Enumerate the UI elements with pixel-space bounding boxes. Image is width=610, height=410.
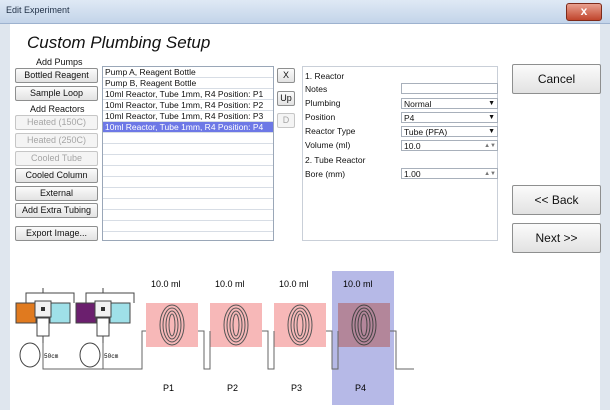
- pump-body: [96, 317, 110, 337]
- reagent-bottle-cyan: [49, 302, 71, 324]
- cooled-column-button[interactable]: Cooled Column: [15, 168, 98, 183]
- reactor-volume-label: 10.0 ml: [279, 279, 309, 289]
- flow-line: [198, 330, 211, 370]
- close-button[interactable]: x: [566, 3, 602, 21]
- position-label-p1: P1: [163, 383, 174, 393]
- export-image-button[interactable]: Export Image...: [15, 226, 98, 241]
- position-label-p4: P4: [355, 383, 366, 393]
- spinner-arrows-icon[interactable]: ▲▼: [484, 141, 496, 151]
- volume-spinner[interactable]: 10.0 ▲▼: [401, 140, 498, 151]
- reactor-volume-label: 10.0 ml: [215, 279, 245, 289]
- reactor-p1: 10.0 ml P1: [146, 279, 198, 393]
- chevron-down-icon: ▼: [488, 128, 495, 135]
- empty-row: [103, 188, 273, 199]
- bore-spinner[interactable]: 1.00 ▲▼: [401, 168, 498, 179]
- position-value: P4: [404, 113, 415, 123]
- empty-row: [103, 199, 273, 210]
- heated-150-button[interactable]: Heated (150C): [15, 115, 98, 130]
- valve-dot: [41, 307, 45, 311]
- notes-label: Notes: [305, 84, 328, 94]
- reactor-p2: 10.0 ml P2: [210, 279, 262, 393]
- position-label-p3: P3: [291, 383, 302, 393]
- empty-row: [103, 155, 273, 166]
- section-tube-reactor-heading: 2. Tube Reactor: [305, 155, 366, 165]
- add-reactors-label: Add Reactors: [30, 104, 85, 114]
- reagent-bottle-cyan: [109, 302, 131, 324]
- pump-a: 50cm: [15, 288, 75, 368]
- reagent-bottle-purple: [75, 302, 97, 324]
- reactor-box: [274, 303, 326, 347]
- volume-label: Volume (ml): [305, 140, 351, 150]
- plumbing-list[interactable]: Pump A, Reagent Bottle Pump B, Reagent B…: [102, 66, 274, 241]
- plumbing-label: Plumbing: [305, 98, 341, 108]
- plumbing-select[interactable]: Normal ▼: [401, 98, 498, 109]
- plumbing-value: Normal: [404, 99, 432, 109]
- empty-row: [103, 166, 273, 177]
- list-item[interactable]: 10ml Reactor, Tube 1mm, R4 Position: P3: [103, 111, 273, 122]
- loop-label: 50cm: [44, 353, 59, 360]
- sample-loop-coil: [19, 342, 41, 368]
- plumbing-diagram: 50cm 50cm 10.0 ml P1 10.0 ml P2 10.0 ml …: [10, 243, 494, 405]
- reactor-p3: 10.0 ml P3: [274, 279, 326, 393]
- valve-dot: [101, 307, 105, 311]
- empty-row: [103, 221, 273, 232]
- empty-row: [103, 133, 273, 144]
- list-item[interactable]: 10ml Reactor, Tube 1mm, R4 Position: P2: [103, 100, 273, 111]
- reactor-box: [210, 303, 262, 347]
- pump-body: [36, 317, 50, 337]
- spinner-arrows-icon[interactable]: ▲▼: [484, 169, 496, 179]
- add-pumps-label: Add Pumps: [36, 57, 83, 67]
- volume-value: 10.0: [404, 141, 421, 151]
- window-title: Edit Experiment: [6, 5, 70, 15]
- back-button[interactable]: << Back: [512, 185, 601, 215]
- notes-field[interactable]: [401, 83, 498, 94]
- reactor-volume-label: 10.0 ml: [151, 279, 181, 289]
- list-item-selected[interactable]: 10ml Reactor, Tube 1mm, R4 Position: P4: [103, 122, 273, 133]
- page-title: Custom Plumbing Setup: [27, 33, 211, 52]
- heated-250-button[interactable]: Heated (250C): [15, 133, 98, 148]
- list-item[interactable]: Pump B, Reagent Bottle: [103, 78, 273, 89]
- diagram-svg: 50cm 50cm 10.0 ml P1 10.0 ml P2 10.0 ml …: [15, 271, 414, 405]
- position-label: Position: [305, 112, 336, 122]
- empty-row: [103, 177, 273, 188]
- reactor-volume-label: 10.0 ml: [343, 279, 373, 289]
- list-item[interactable]: Pump A, Reagent Bottle: [103, 67, 273, 78]
- section-reactor-heading: 1. Reactor: [305, 71, 345, 81]
- move-down-button[interactable]: D: [277, 113, 295, 128]
- cooled-tube-button[interactable]: Cooled Tube: [15, 151, 98, 166]
- properties-panel: 1. Reactor Notes Plumbing Normal ▼ Positi…: [302, 66, 498, 241]
- empty-row: [103, 144, 273, 155]
- external-button[interactable]: External: [15, 186, 98, 201]
- cancel-button[interactable]: Cancel: [512, 64, 601, 94]
- sample-loop-button[interactable]: Sample Loop: [15, 86, 98, 101]
- reactor-box: [338, 303, 390, 347]
- empty-row: [103, 210, 273, 221]
- move-up-button[interactable]: Up: [277, 91, 295, 106]
- reactor-type-label: Reactor Type: [305, 126, 356, 136]
- pump-b: 50cm: [75, 288, 135, 368]
- loop-label: 50cm: [104, 353, 119, 360]
- remove-button[interactable]: X: [277, 68, 295, 83]
- flow-line: [42, 330, 150, 370]
- reactor-type-value: Tube (PFA): [404, 127, 448, 137]
- bore-label: Bore (mm): [305, 169, 346, 179]
- flow-line: [262, 330, 275, 370]
- list-item[interactable]: 10ml Reactor, Tube 1mm, R4 Position: P1: [103, 89, 273, 100]
- bottled-reagent-button[interactable]: Bottled Reagent: [15, 68, 98, 83]
- sample-loop-coil: [79, 342, 101, 368]
- next-button[interactable]: Next >>: [512, 223, 601, 253]
- reactor-type-select[interactable]: Tube (PFA) ▼: [401, 126, 498, 137]
- position-select[interactable]: P4 ▼: [401, 112, 498, 123]
- chevron-down-icon: ▼: [488, 114, 495, 121]
- title-bar: Edit Experiment x: [0, 0, 610, 24]
- chevron-down-icon: ▼: [488, 100, 495, 107]
- reactor-box: [146, 303, 198, 347]
- reagent-bottle-orange: [15, 302, 37, 324]
- bore-value: 1.00: [404, 169, 421, 179]
- add-extra-tubing-button[interactable]: Add Extra Tubing: [15, 203, 98, 218]
- position-label-p2: P2: [227, 383, 238, 393]
